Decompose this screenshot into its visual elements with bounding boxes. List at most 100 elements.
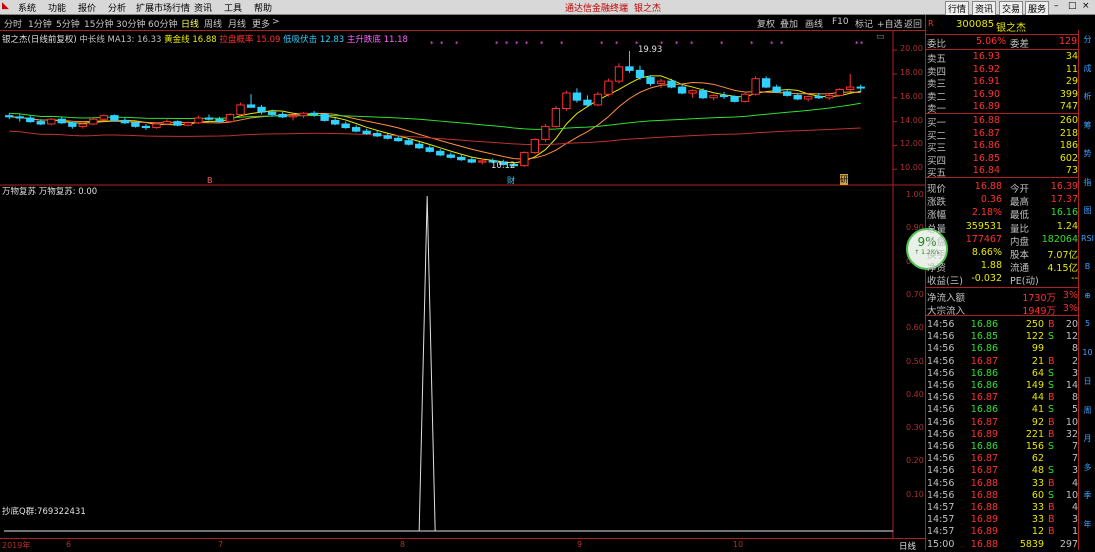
candle-body <box>362 130 371 135</box>
chart-header: 银之杰(日线前复权) 中长线 MA13: 16.33 黄金线 16.88 拉盘概… <box>2 33 408 45</box>
tick-price: 16.87 <box>970 416 998 428</box>
period-tab[interactable]: 15分钟 <box>84 17 113 30</box>
side-icon[interactable]: 势 <box>1081 148 1094 159</box>
tick-row: 14:56 16.88 60 S 10 <box>926 490 1078 502</box>
side-icon[interactable]: 年 <box>1081 519 1094 530</box>
side-icon[interactable]: RSI <box>1081 234 1094 243</box>
period-tab[interactable]: 5分钟 <box>56 17 80 30</box>
side-icon[interactable]: 5 <box>1081 319 1094 328</box>
period-tab[interactable]: 分时 <box>4 17 22 30</box>
menu-item[interactable]: 帮助 <box>254 1 272 14</box>
side-icon[interactable]: 析 <box>1081 91 1094 102</box>
tick-time: 14:56 <box>927 441 955 452</box>
price-tick: 18.00 <box>900 67 923 77</box>
tick-row: 14:56 16.87 44 B 8 <box>926 392 1078 404</box>
x-axis-period: 日线 <box>899 542 917 552</box>
tick-row: 14:56 16.87 21 B 2 <box>926 356 1078 368</box>
side-icon[interactable]: ⊕ <box>1081 291 1094 300</box>
menu-item[interactable]: 工具 <box>224 1 242 14</box>
tick-price: 16.88 <box>970 489 998 501</box>
maximize-icon[interactable]: □ <box>1068 1 1077 11</box>
tick-time: 14:56 <box>927 453 955 465</box>
tick-side: B <box>1048 355 1055 367</box>
stat-label: 最高 <box>1010 197 1030 209</box>
header-menu-icon[interactable]: ▭ <box>876 32 885 42</box>
tick-time: 14:56 <box>927 404 955 416</box>
stat-label: PE(动) <box>1010 276 1039 288</box>
weibi-value: 5.06% <box>976 36 1007 47</box>
candle-body <box>152 123 161 129</box>
tick-price: 16.87 <box>970 465 998 477</box>
stat-label: 内盘 <box>1010 236 1030 248</box>
close-icon[interactable]: × <box>1082 1 1090 11</box>
menu-item[interactable]: 资讯 <box>194 1 212 14</box>
side-icon[interactable]: 筹 <box>1081 120 1094 131</box>
tick-volume: 44 <box>1031 392 1044 404</box>
indicator-tick: 0.20 <box>906 456 924 466</box>
menu-item[interactable]: 扩展市场行情 <box>136 1 190 14</box>
stat-label: 量比 <box>1010 223 1030 235</box>
candle-body <box>131 122 140 127</box>
side-icon[interactable]: B <box>1081 262 1094 271</box>
tick-count: 3 <box>1071 367 1078 379</box>
tick-count: 3 <box>1071 514 1078 526</box>
sell-price: 16.92 <box>972 63 1000 75</box>
tool-button[interactable]: F10 <box>832 17 849 27</box>
candle-body <box>36 121 45 125</box>
menu-item[interactable]: 系统 <box>18 1 36 14</box>
menu-item[interactable]: 分析 <box>108 1 126 14</box>
side-icon[interactable]: 成 <box>1081 63 1094 74</box>
tool-button[interactable]: 叠加 <box>780 17 798 30</box>
period-next-icon[interactable]: > <box>272 17 280 27</box>
signal-marker: * <box>690 40 694 48</box>
flow-pct: 3% <box>1062 302 1078 314</box>
top-button-trade[interactable]: 交易 <box>999 1 1024 16</box>
tick-time: 14:56 <box>927 489 955 501</box>
tick-time: 14:56 <box>927 380 955 391</box>
chart-header-item: 低吸伏击 <box>280 35 318 45</box>
side-icon[interactable]: 多 <box>1081 462 1094 473</box>
tool-button[interactable]: 返回 <box>904 17 922 30</box>
period-tab[interactable]: 30分钟 <box>116 17 145 30</box>
tool-button[interactable]: +自选 <box>877 17 903 30</box>
tick-side: B <box>1048 392 1055 404</box>
period-tab[interactable]: 1分钟 <box>28 17 52 30</box>
side-icon[interactable]: 季 <box>1081 490 1094 501</box>
top-button-quote[interactable]: 行情 <box>945 1 970 16</box>
side-icon[interactable]: 10 <box>1081 348 1094 357</box>
candle-body <box>740 93 750 102</box>
period-tab-active[interactable]: 日线 <box>181 17 199 30</box>
period-tab[interactable]: 60分钟 <box>148 17 177 30</box>
top-button-service[interactable]: 服务 <box>1025 1 1050 16</box>
side-icon[interactable]: 指 <box>1081 177 1094 188</box>
side-icon[interactable]: 月 <box>1081 433 1094 444</box>
chart-area[interactable]: * * * * * * * * * * * * * * * * * * * * * <box>0 31 925 550</box>
tick-time: 14:56 <box>927 331 955 343</box>
tick-volume: 156 <box>1025 441 1044 452</box>
top-button-news[interactable]: 资讯 <box>972 1 997 16</box>
side-icon[interactable]: 周 <box>1081 405 1094 416</box>
stat-label: 股本 <box>1010 250 1030 261</box>
chart-header-item: 16.88 <box>189 35 217 45</box>
candle-body <box>782 91 792 96</box>
period-tab-more[interactable]: 更多 <box>252 17 270 30</box>
tool-button[interactable]: 复权 <box>757 17 775 30</box>
tick-count: 7 <box>1071 453 1078 465</box>
menu-item[interactable]: 报价 <box>78 1 96 14</box>
side-icon[interactable]: 图 <box>1081 205 1094 216</box>
tool-button[interactable]: 标记 <box>855 17 873 30</box>
minimize-icon[interactable]: – <box>1054 1 1059 11</box>
period-tab[interactable]: 周线 <box>204 17 222 30</box>
tool-button[interactable]: 画线 <box>805 17 823 30</box>
menu-item[interactable]: 功能 <box>48 1 66 14</box>
tick-price: 16.89 <box>970 428 998 440</box>
stat-label: 涨幅 <box>927 210 947 222</box>
quote-panel: R 300085 银之杰 委比 5.06% 委差 129 9% ↑ 1.2K/s… <box>906 15 1095 550</box>
stat-value: 2.18% <box>971 207 1002 219</box>
candle-body <box>793 94 802 100</box>
tick-count: 8 <box>1071 343 1078 355</box>
side-icon[interactable]: 日 <box>1081 376 1094 387</box>
chart-header-item: 12.83 <box>317 35 345 45</box>
side-icon[interactable]: 分 <box>1081 34 1094 45</box>
period-tab[interactable]: 月线 <box>228 17 246 30</box>
